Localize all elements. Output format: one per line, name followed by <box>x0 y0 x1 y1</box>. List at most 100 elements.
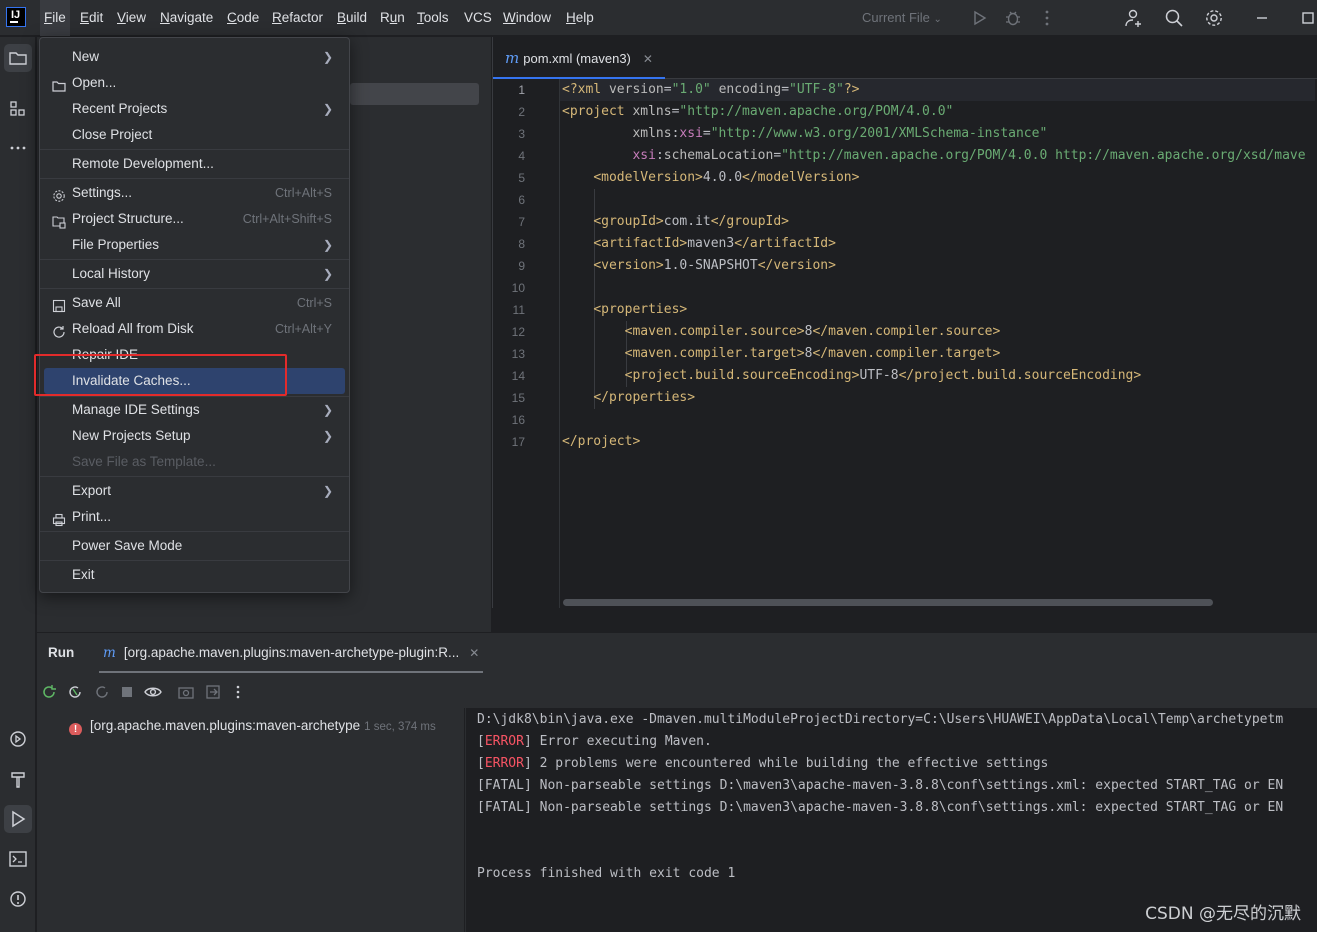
chevron-down-icon: ⌄ <box>933 14 942 25</box>
console-line: [ERROR] Error executing Maven. <box>477 734 712 749</box>
maximize-icon[interactable] <box>1298 8 1317 28</box>
menu-item-new[interactable]: New ❯ <box>44 44 345 70</box>
menu-view[interactable]: View <box>113 0 150 36</box>
services-icon[interactable] <box>4 725 32 753</box>
project-structure-icon <box>52 212 66 229</box>
debug-icon[interactable] <box>1003 8 1023 28</box>
more-vertical-icon[interactable] <box>1037 8 1057 28</box>
reload-icon <box>52 322 66 338</box>
menu-separator <box>40 476 349 477</box>
project-tree-selected-row[interactable] <box>350 83 479 105</box>
menu-item-remote-development[interactable]: Remote Development... <box>44 151 345 177</box>
menu-item-export[interactable]: Export ❯ <box>44 478 345 504</box>
editor[interactable]: m pom.xml (maven3) ✕ 1 2 3 4 5 6 7 8 9 10 … <box>492 37 1317 608</box>
run-panel-title: Run <box>48 645 75 660</box>
menu-edit[interactable]: Edit <box>76 0 107 36</box>
menu-separator <box>40 178 349 179</box>
code-line: <version>1.0-SNAPSHOT</version> <box>593 258 836 273</box>
stop-icon[interactable] <box>118 683 136 701</box>
run-tab-label: [org.apache.maven.plugins:maven-archetyp… <box>123 645 460 660</box>
annotation-highlight-box <box>34 354 287 396</box>
gear-icon[interactable] <box>1204 8 1224 28</box>
add-user-icon[interactable] <box>1124 8 1144 28</box>
error-icon: ! <box>69 723 82 735</box>
maven-file-icon: m <box>505 49 520 67</box>
project-folder-icon[interactable] <box>4 44 32 72</box>
menu-item-local-history[interactable]: Local History ❯ <box>44 261 345 287</box>
line-number: 15 <box>511 391 525 405</box>
rerun-icon[interactable] <box>40 683 58 701</box>
run-tool-icon[interactable] <box>4 805 32 833</box>
line-number: 13 <box>511 347 525 361</box>
code-line: <maven.compiler.source>8</maven.compiler… <box>624 324 1001 339</box>
terminal-icon[interactable] <box>4 845 32 873</box>
menu-item-open[interactable]: Open... <box>44 70 345 96</box>
eye-icon[interactable] <box>144 683 162 701</box>
menu-item-close-project[interactable]: Close Project <box>44 122 345 148</box>
menu-separator <box>40 560 349 561</box>
menu-item-manage-ide-settings[interactable]: Manage IDE Settings ❯ <box>44 397 345 423</box>
line-number: 5 <box>518 171 525 185</box>
line-number: 11 <box>512 303 525 317</box>
console-output[interactable]: D:\jdk8\bin\java.exe -Dmaven.multiModule… <box>466 708 1317 932</box>
menu-item-project-structure[interactable]: Project Structure... Ctrl+Alt+Shift+S <box>44 206 345 232</box>
menu-item-new-projects-setup[interactable]: New Projects Setup ❯ <box>44 423 345 449</box>
chevron-right-icon: ❯ <box>322 403 333 417</box>
menu-item-exit[interactable]: Exit <box>44 562 345 588</box>
run-panel: Run m [org.apache.maven.plugins:maven-arc… <box>37 633 1317 932</box>
menu-tools[interactable]: Tools <box>413 0 453 36</box>
menu-window[interactable]: Window <box>499 0 555 36</box>
chevron-right-icon: ❯ <box>322 267 333 281</box>
run-tree-label: [org.apache.maven.plugins:maven-archetyp… <box>90 718 361 733</box>
menu-file[interactable]: File <box>40 0 70 36</box>
editor-tab[interactable]: m pom.xml (maven3) ✕ <box>493 37 665 79</box>
menu-item-reload-all[interactable]: Reload All from Disk Ctrl+Alt+Y <box>44 316 345 342</box>
intellij-logo-icon[interactable]: IJ <box>6 7 26 27</box>
restart-icon[interactable] <box>93 683 111 701</box>
run-icon[interactable] <box>969 8 989 28</box>
code-line: <maven.compiler.target>8</maven.compiler… <box>624 346 1001 361</box>
chevron-right-icon: ❯ <box>322 484 333 498</box>
line-number: 3 <box>518 127 525 141</box>
more-horizontal-icon[interactable] <box>4 134 32 162</box>
line-number: 10 <box>511 281 525 295</box>
menu-build[interactable]: Build <box>333 0 371 36</box>
line-number: 6 <box>518 193 525 207</box>
horizontal-scrollbar[interactable] <box>563 599 1213 606</box>
menu-item-file-properties[interactable]: File Properties ❯ <box>44 232 345 258</box>
line-number: 16 <box>511 413 525 427</box>
close-icon[interactable]: ✕ <box>469 646 479 660</box>
structure-icon[interactable] <box>4 95 32 123</box>
code-line: <properties> <box>593 302 688 317</box>
menu-run[interactable]: Run <box>376 0 409 36</box>
console-line: [FATAL] Non-parseable settings D:\maven3… <box>477 778 1284 793</box>
menu-help[interactable]: Help <box>562 0 598 36</box>
menu-item-print[interactable]: Print... <box>44 504 345 530</box>
menu-item-power-save-mode[interactable]: Power Save Mode <box>44 533 345 559</box>
save-icon <box>52 296 66 313</box>
menu-navigate[interactable]: Navigate <box>156 0 217 36</box>
maven-run-icon: m <box>103 645 116 661</box>
menu-item-save-all[interactable]: Save All Ctrl+S <box>44 290 345 316</box>
editor-tab-bar: m pom.xml (maven3) ✕ <box>493 37 1317 79</box>
more-vertical-icon[interactable] <box>229 683 247 701</box>
menu-refactor[interactable]: Refactor <box>268 0 327 36</box>
run-tab[interactable]: m [org.apache.maven.plugins:maven-archety… <box>99 633 484 673</box>
run-tree-row[interactable]: ! [org.apache.maven.plugins:maven-archety… <box>69 717 449 735</box>
code-line: <?xml version="1.0" encoding="UTF-8"?> <box>562 82 860 97</box>
camera-icon[interactable] <box>177 683 195 701</box>
console-line: [ERROR] 2 problems were encountered whil… <box>477 756 1049 771</box>
code-line: <project xmlns="http://maven.apache.org/… <box>562 104 954 119</box>
run-config-selector[interactable]: Current File ⌄ <box>862 0 942 36</box>
menu-item-recent-projects[interactable]: Recent Projects ❯ <box>44 96 345 122</box>
close-icon[interactable]: ✕ <box>643 52 653 66</box>
menu-item-settings[interactable]: Settings... Ctrl+Alt+S <box>44 180 345 206</box>
menu-vcs[interactable]: VCS <box>460 0 496 36</box>
build-hammer-icon[interactable] <box>4 765 32 793</box>
minimize-icon[interactable] <box>1252 8 1272 28</box>
rerun-failed-icon[interactable] <box>66 683 84 701</box>
export-icon[interactable] <box>204 683 222 701</box>
problems-icon[interactable] <box>4 885 32 913</box>
search-icon[interactable] <box>1164 8 1184 28</box>
menu-code[interactable]: Code <box>223 0 263 36</box>
